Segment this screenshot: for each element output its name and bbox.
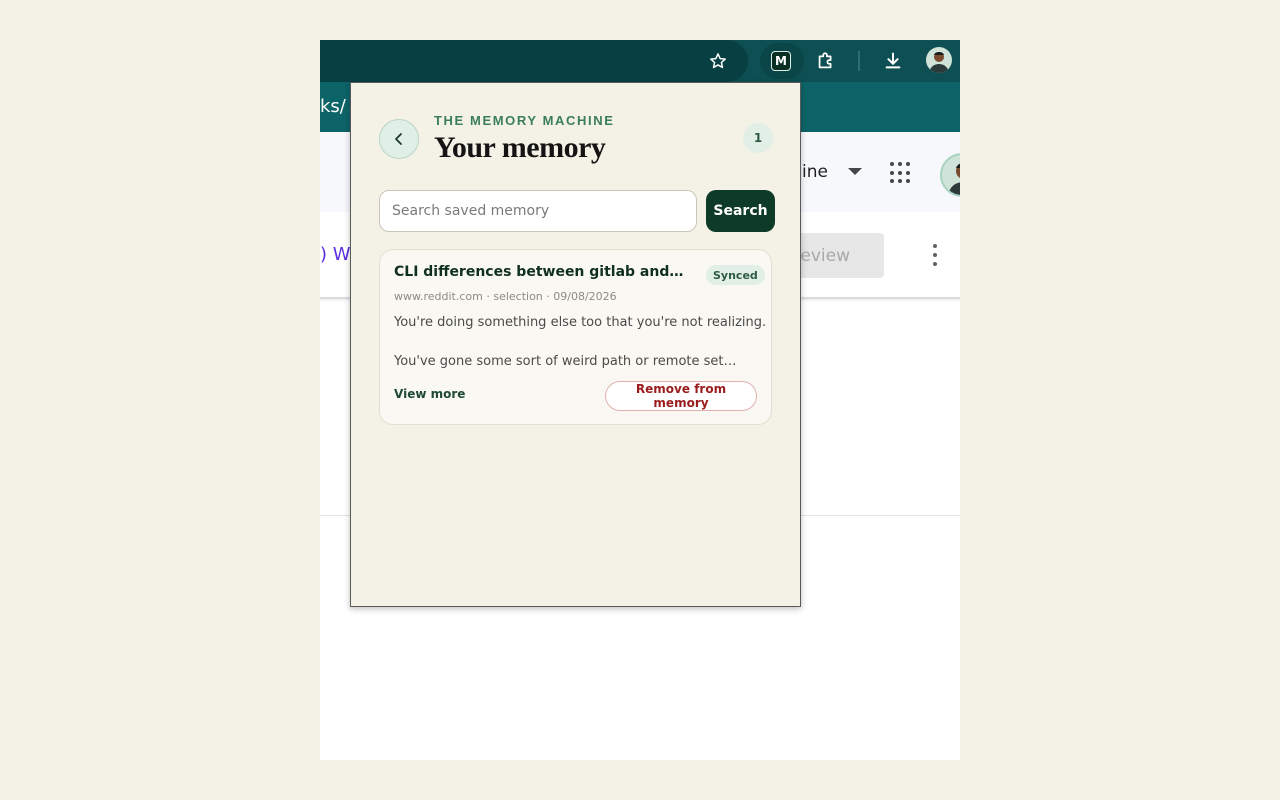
search-input[interactable] (379, 190, 697, 232)
app-name: THE MEMORY MACHINE (434, 113, 615, 128)
memory-item-title[interactable]: CLI differences between gitlab and git..… (394, 264, 684, 280)
memory-machine-popup: THE MEMORY MACHINE Your memory 1 Search … (350, 82, 801, 607)
profile-avatar[interactable] (926, 47, 952, 73)
search-button[interactable]: Search (706, 190, 775, 232)
apps-grid-icon[interactable] (890, 162, 912, 184)
account-switcher-label[interactable]: ine (802, 162, 828, 182)
extensions-puzzle-icon[interactable] (810, 45, 842, 77)
memory-count-badge: 1 (743, 123, 773, 153)
dropdown-caret-icon[interactable] (848, 168, 862, 175)
memory-item-card: CLI differences between gitlab and git..… (379, 249, 772, 425)
more-vert-icon[interactable] (933, 244, 937, 266)
page-link-fragment[interactable]: ) W (320, 244, 351, 265)
chevron-left-icon (395, 133, 402, 145)
browser-toolbar: M (320, 40, 960, 82)
star-icon[interactable] (702, 45, 734, 77)
download-icon[interactable] (877, 45, 909, 77)
memory-item-meta: www.reddit.com · selection · 09/08/2026 (394, 290, 617, 303)
view-more-link[interactable]: View more (394, 387, 465, 401)
url-fragment: ks/ (320, 96, 346, 117)
page-title: Your memory (434, 131, 606, 164)
remove-from-memory-button[interactable]: Remove from memory (605, 381, 757, 411)
address-bar[interactable] (320, 40, 748, 82)
memory-item-excerpt-line: You've gone some sort of weird path or r… (394, 354, 744, 369)
back-button[interactable] (379, 119, 419, 159)
status-badge: Synced (706, 265, 765, 285)
memory-machine-extension-icon[interactable]: M (771, 51, 791, 71)
toolbar-separator (858, 51, 860, 71)
memory-item-excerpt-line: You're doing something else too that you… (394, 315, 767, 330)
